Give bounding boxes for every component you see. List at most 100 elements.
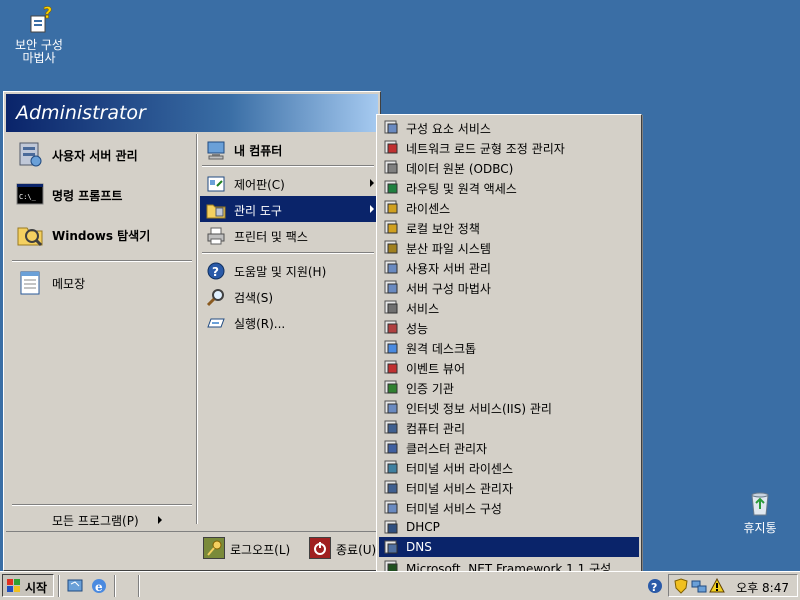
admin-tools-menu-item[interactable]: 터미널 서버 라이센스: [379, 457, 639, 477]
search-item[interactable]: 검색(S): [200, 283, 378, 309]
pinned-label: Windows 탐색기: [52, 229, 151, 243]
separator: [138, 575, 140, 597]
control-panel-icon: [206, 174, 226, 194]
start-menu-header: Administrator: [6, 94, 378, 132]
dhcp-icon: [383, 519, 399, 535]
computer-management-icon: [383, 419, 399, 435]
all-programs-button[interactable]: 모든 프로그램(P): [12, 508, 192, 532]
logoff-button[interactable]: 로그오프(L): [203, 537, 299, 561]
iis-icon: [383, 399, 399, 415]
my-computer-icon: [206, 140, 226, 160]
admin-tools-menu-item[interactable]: 네트워크 로드 균형 조정 관리자: [379, 137, 639, 157]
admin-tools-menu-item[interactable]: 터미널 서비스 구성: [379, 497, 639, 517]
pinned-manage-server[interactable]: 사용자 서버 관리: [12, 137, 192, 171]
security-wizard-icon: ?: [23, 4, 55, 36]
admin-tools-menu-label: DNS: [406, 540, 432, 554]
admin-tools-menu-item[interactable]: 터미널 서비스 관리자: [379, 477, 639, 497]
admin-tools-menu-label: 사용자 서버 관리: [406, 262, 491, 276]
desktop-icon-recycle-bin[interactable]: 휴지통: [725, 487, 795, 535]
security-shield-icon[interactable]: [673, 578, 689, 594]
cert-authority-icon: [383, 379, 399, 395]
admin-tools-menu-item[interactable]: 사용자 서버 관리: [379, 257, 639, 277]
help-item[interactable]: ? 도움말 및 지원(H): [200, 257, 378, 283]
help-icon[interactable]: ?: [646, 577, 664, 595]
admin-tools-menu-item[interactable]: 인터넷 정보 서비스(IIS) 관리: [379, 397, 639, 417]
run-item[interactable]: 실행(R)...: [200, 309, 378, 335]
recycle-bin-icon: [744, 487, 776, 519]
pinned-windows-explorer[interactable]: Windows 탐색기: [12, 217, 192, 251]
admin-tools-menu-label: 클러스터 관리자: [406, 442, 488, 456]
start-menu: Administrator 사용자 서버 관리 C:\_ 명령 프롬프트 Win…: [3, 91, 381, 571]
recent-label: 메모장: [52, 277, 86, 291]
start-button[interactable]: 시작: [2, 574, 54, 597]
admin-tools-menu-item[interactable]: 데이터 원본 (ODBC): [379, 157, 639, 177]
admin-tools-menu-item[interactable]: 서비스: [379, 297, 639, 317]
control-panel-item[interactable]: 제어판(C): [200, 170, 378, 196]
admin-tools-menu-item[interactable]: 인증 기관: [379, 377, 639, 397]
admin-tools-menu-label: 인터넷 정보 서비스(IIS) 관리: [406, 402, 552, 416]
admin-tools-menu-item[interactable]: 서버 구성 마법사: [379, 277, 639, 297]
start-label: 시작: [25, 581, 48, 595]
performance-icon: [383, 319, 399, 335]
taskbar: 시작 e ? 오후 8:47: [0, 571, 800, 600]
component-services-icon: [383, 119, 399, 135]
admin-tools-menu-label: 서비스: [406, 302, 440, 316]
printer-icon: [206, 226, 226, 246]
admin-tools-menu-label: 원격 데스크톱: [406, 342, 477, 356]
admin-tools-menu-label: 서버 구성 마법사: [406, 282, 491, 296]
admin-tools-menu-label: 인증 기관: [406, 382, 454, 396]
admin-tools-menu-item[interactable]: DHCP: [379, 517, 639, 537]
command-prompt-icon: C:\_: [16, 180, 44, 208]
admin-tools-submenu: 구성 요소 서비스네트워크 로드 균형 조정 관리자 데이터 원본 (ODBC) 라…: [376, 114, 642, 598]
desktop-icon-label: 휴지통: [743, 521, 777, 535]
logoff-label: 로그오프(L): [230, 543, 291, 557]
routing-icon: [383, 179, 399, 195]
cluster-icon: [383, 439, 399, 455]
admin-tools-menu-item[interactable]: 분산 파일 시스템: [379, 237, 639, 257]
separator: [12, 504, 192, 506]
admin-tools-menu-label: 터미널 서비스 구성: [406, 502, 502, 516]
admin-tools-menu-label: 라우팅 및 원격 액세스: [406, 182, 517, 196]
chevron-right-icon: [370, 205, 374, 213]
admin-tools-menu-label: 네트워크 로드 균형 조정 관리자: [406, 142, 565, 156]
ts-manager-icon: [383, 479, 399, 495]
show-desktop-icon[interactable]: [66, 577, 84, 595]
admin-tools-menu-item[interactable]: 컴퓨터 관리: [379, 417, 639, 437]
recent-notepad[interactable]: 메모장: [12, 265, 192, 299]
admin-tools-menu-label: 터미널 서비스 관리자: [406, 482, 513, 496]
admin-tools-menu-item[interactable]: 클러스터 관리자: [379, 437, 639, 457]
admin-tools-menu-item[interactable]: 라우팅 및 원격 액세스: [379, 177, 639, 197]
shutdown-button[interactable]: 종료(U): [309, 537, 381, 561]
admin-tools-menu-label: 컴퓨터 관리: [406, 422, 466, 436]
start-menu-footer: 로그오프(L) 종료(U): [6, 531, 378, 568]
admin-tools-menu-item[interactable]: DNS: [379, 537, 639, 557]
all-programs-label: 모든 프로그램(P): [52, 514, 139, 528]
separator: [12, 260, 192, 262]
desktop-icon-security-wizard[interactable]: ? 보안 구성 마법사: [4, 4, 74, 65]
admin-tools-menu-item[interactable]: 이벤트 뷰어: [379, 357, 639, 377]
internet-explorer-icon[interactable]: e: [90, 577, 108, 595]
my-computer-item[interactable]: 내 컴퓨터: [200, 136, 378, 162]
admin-tools-menu-item[interactable]: 라이센스: [379, 197, 639, 217]
admin-tools-menu-item[interactable]: 원격 데스크톱: [379, 337, 639, 357]
svg-text:?: ?: [212, 265, 219, 279]
printers-item[interactable]: 프린터 및 팩스: [200, 222, 378, 248]
admin-tools-menu-item[interactable]: 구성 요소 서비스: [379, 117, 639, 137]
admin-tools-menu-item[interactable]: 로컬 보안 정책: [379, 217, 639, 237]
network-icon[interactable]: [691, 578, 707, 594]
shutdown-label: 종료(U): [336, 543, 377, 557]
ts-licensing-icon: [383, 459, 399, 475]
control-panel-label: 제어판(C): [234, 178, 285, 192]
odbc-icon: [383, 159, 399, 175]
admin-tools-menu-item[interactable]: 성능: [379, 317, 639, 337]
pinned-command-prompt[interactable]: C:\_ 명령 프롬프트: [12, 177, 192, 211]
search-icon: [206, 287, 226, 307]
desktop-icon-label: 마법사: [22, 51, 56, 65]
admin-tools-item[interactable]: 관리 도구: [200, 196, 378, 222]
manage-server-icon: [383, 259, 399, 275]
pinned-label: 사용자 서버 관리: [52, 149, 138, 163]
notepad-icon: [16, 268, 44, 296]
run-label: 실행(R)...: [234, 317, 286, 331]
warning-icon[interactable]: [709, 578, 725, 594]
admin-tools-label: 관리 도구: [234, 204, 282, 218]
